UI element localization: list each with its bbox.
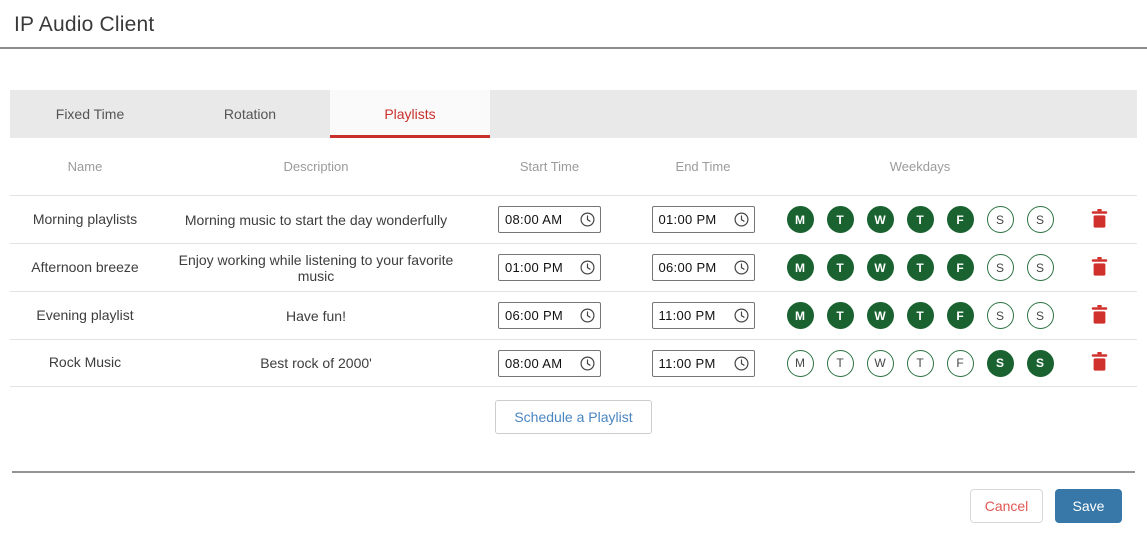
delete-row-button[interactable] — [1089, 303, 1110, 329]
weekday-toggles: MTWTFSS — [779, 350, 1061, 377]
weekday-toggle-mon[interactable]: M — [787, 206, 814, 233]
column-header-description: Description — [160, 159, 472, 174]
weekday-toggle-thu[interactable]: T — [907, 302, 934, 329]
weekday-toggle-thu[interactable]: T — [907, 254, 934, 281]
weekday-toggle-wed[interactable]: W — [867, 302, 894, 329]
page-header: IP Audio Client — [0, 0, 1147, 49]
tab-rotation-label: Rotation — [224, 106, 276, 122]
weekday-toggle-tue[interactable]: T — [827, 350, 854, 377]
playlist-name: Morning playlists — [10, 211, 160, 229]
weekday-toggle-tue[interactable]: T — [827, 254, 854, 281]
weekday-toggle-fri[interactable]: F — [947, 206, 974, 233]
weekday-toggle-sun[interactable]: S — [1027, 302, 1054, 329]
cancel-button[interactable]: Cancel — [970, 489, 1043, 523]
trash-icon — [1091, 305, 1108, 324]
playlist-description: Best rock of 2000' — [160, 355, 472, 371]
tab-bar: Fixed Time Rotation Playlists — [10, 90, 1137, 138]
table-row: Morning playlists Morning music to start… — [10, 195, 1137, 243]
weekday-toggle-fri[interactable]: F — [947, 302, 974, 329]
weekday-toggles: MTWTFSS — [779, 254, 1061, 281]
playlist-name: Rock Music — [10, 354, 160, 372]
clock-icon[interactable] — [580, 308, 595, 323]
start-time-cell — [472, 350, 627, 377]
column-header-weekdays: Weekdays — [779, 159, 1061, 174]
end-time-cell — [627, 302, 779, 329]
clock-icon[interactable] — [580, 260, 595, 275]
playlist-description: Enjoy working while listening to your fa… — [160, 252, 472, 284]
end-time-cell — [627, 206, 779, 233]
weekday-toggle-mon[interactable]: M — [787, 254, 814, 281]
weekday-toggle-mon[interactable]: M — [787, 350, 814, 377]
tab-playlists-label: Playlists — [384, 106, 435, 122]
end-time-cell — [627, 254, 779, 281]
footer: Cancel Save — [12, 471, 1135, 523]
playlist-description: Morning music to start the day wonderful… — [160, 212, 472, 228]
playlist-description: Have fun! — [160, 308, 472, 324]
weekday-toggle-sat[interactable]: S — [987, 254, 1014, 281]
delete-row-button[interactable] — [1089, 207, 1110, 233]
weekday-toggle-sun[interactable]: S — [1027, 206, 1054, 233]
weekday-toggle-thu[interactable]: T — [907, 350, 934, 377]
tab-rotation[interactable]: Rotation — [170, 90, 330, 138]
schedule-playlist-button[interactable]: Schedule a Playlist — [495, 400, 651, 434]
trash-icon — [1091, 352, 1108, 371]
tab-fixed-time-label: Fixed Time — [56, 106, 124, 122]
table-row: Evening playlist Have fun! MTWTFSS — [10, 291, 1137, 339]
end-time-cell — [627, 350, 779, 377]
table-row: Afternoon breeze Enjoy working while lis… — [10, 243, 1137, 291]
playlist-scheduler-panel: Fixed Time Rotation Playlists Name Descr… — [10, 90, 1137, 434]
clock-icon[interactable] — [734, 212, 749, 227]
clock-icon[interactable] — [580, 356, 595, 371]
weekday-toggle-sat[interactable]: S — [987, 302, 1014, 329]
clock-icon[interactable] — [734, 308, 749, 323]
clock-icon[interactable] — [734, 260, 749, 275]
start-time-cell — [472, 254, 627, 281]
weekday-toggle-sun[interactable]: S — [1027, 350, 1054, 377]
weekday-toggle-sat[interactable]: S — [987, 350, 1014, 377]
column-header-start-time: Start Time — [472, 159, 627, 174]
tab-fixed-time[interactable]: Fixed Time — [10, 90, 170, 138]
weekday-toggle-sun[interactable]: S — [1027, 254, 1054, 281]
start-time-cell — [472, 302, 627, 329]
weekday-toggle-wed[interactable]: W — [867, 206, 894, 233]
weekday-toggle-fri[interactable]: F — [947, 254, 974, 281]
playlist-name: Afternoon breeze — [10, 259, 160, 277]
column-header-name: Name — [10, 159, 160, 174]
weekday-toggle-wed[interactable]: W — [867, 350, 894, 377]
weekday-toggle-tue[interactable]: T — [827, 206, 854, 233]
weekday-toggles: MTWTFSS — [779, 302, 1061, 329]
weekday-toggles: MTWTFSS — [779, 206, 1061, 233]
tab-playlists[interactable]: Playlists — [330, 90, 490, 138]
weekday-toggle-sat[interactable]: S — [987, 206, 1014, 233]
schedule-row: Schedule a Playlist — [10, 400, 1137, 434]
weekday-toggle-thu[interactable]: T — [907, 206, 934, 233]
weekday-toggle-mon[interactable]: M — [787, 302, 814, 329]
table-header-row: Name Description Start Time End Time Wee… — [10, 138, 1137, 195]
playlist-table-body: Morning playlists Morning music to start… — [10, 195, 1137, 387]
weekday-toggle-tue[interactable]: T — [827, 302, 854, 329]
trash-icon — [1091, 209, 1108, 228]
page-title: IP Audio Client — [14, 13, 1147, 37]
weekday-toggle-fri[interactable]: F — [947, 350, 974, 377]
clock-icon[interactable] — [580, 212, 595, 227]
save-button[interactable]: Save — [1055, 489, 1122, 523]
start-time-cell — [472, 206, 627, 233]
delete-row-button[interactable] — [1089, 350, 1110, 376]
clock-icon[interactable] — [734, 356, 749, 371]
delete-row-button[interactable] — [1089, 255, 1110, 281]
trash-icon — [1091, 257, 1108, 276]
playlist-name: Evening playlist — [10, 307, 160, 325]
column-header-end-time: End Time — [627, 159, 779, 174]
table-row: Rock Music Best rock of 2000' MTWTFSS — [10, 339, 1137, 387]
weekday-toggle-wed[interactable]: W — [867, 254, 894, 281]
